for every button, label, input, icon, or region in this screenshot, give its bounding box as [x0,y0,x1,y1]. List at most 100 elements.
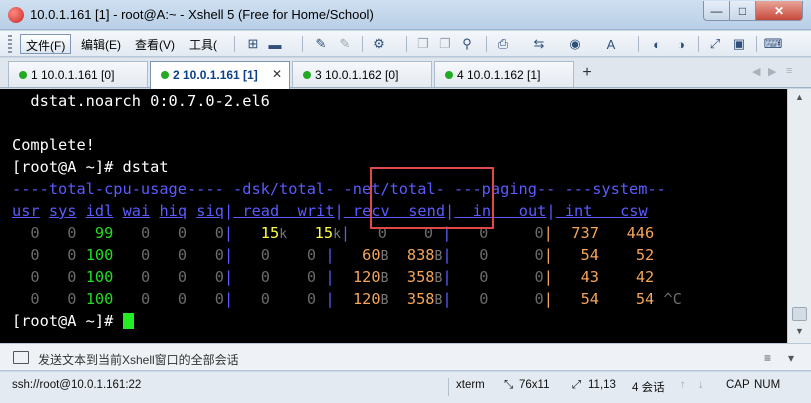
transfer-icon[interactable]: ⇆ [530,35,548,53]
session-tab-bar: 1 10.0.1.161 [0] 2 10.0.1.161 [1] ✕ 3 10… [0,58,811,89]
menu-file[interactable]: 文件(F) [20,34,72,54]
globe-icon[interactable]: ◉ [566,35,584,53]
reconnect-icon[interactable]: ✎ [312,35,330,53]
cell-recv: 60 [362,246,381,264]
cell-wai: 0 [140,224,151,242]
find-icon[interactable]: ⚲ [458,35,476,53]
cell-read: 0 [260,268,271,286]
menu-edit[interactable]: 编辑(E) [76,34,126,54]
xshell-app-icon[interactable] [8,7,24,23]
compose-menu-icon[interactable]: ▾ [788,351,794,365]
copy-icon[interactable]: ❐ [414,35,432,53]
column-separator: | [442,246,452,264]
open-folder-icon[interactable]: ▬ [266,35,284,53]
column-separator: | [543,224,553,242]
menu-view[interactable]: 查看(V) [130,34,180,54]
paste-icon[interactable]: ❐ [436,35,454,53]
connected-status-icon [303,71,311,79]
tab-session-3[interactable]: 3 10.0.1.162 [0] [292,61,432,87]
scrollbar-thumb[interactable] [792,307,807,321]
terminal-line: Complete! [12,136,95,154]
scroll-up-arrow-icon[interactable]: ↑ [680,379,686,391]
scroll-down-icon[interactable]: ▼ [792,326,807,340]
cell-hiq: 0 [177,290,188,308]
column-separator: | [223,268,234,286]
compose-input[interactable]: 发送文本到当前Xshell窗口的全部会话 [38,351,239,368]
compose-options-icon[interactable]: ≡ [764,351,771,365]
column-separator: | [543,290,553,308]
connected-status-icon [19,71,27,79]
print-icon[interactable]: ⎙ [494,35,512,53]
lock-icon[interactable]: ▣ [730,35,748,53]
keyboard-icon[interactable]: ⌨ [764,35,783,53]
cell-usr: 0 [30,246,40,264]
cell-csw: 446 [626,224,655,242]
col-sys: sys [48,202,77,220]
disconnect-icon[interactable]: ✎ [336,35,354,53]
fullscreen-icon[interactable]: ⤢ [706,35,724,53]
col-usr: usr [12,202,40,220]
shell-prompt: [root@A ~]# [12,312,123,330]
menu-tools[interactable]: 工具( [184,34,222,54]
num-lock-indicator: NUM [754,379,781,391]
dstat-data-row: 0 0 99 0 0 0| 15k 15k| 0 0 | 0 0| 737 44… [12,222,654,244]
terminal-type: xterm [456,379,485,391]
cell-writ: 15 [314,224,334,242]
tab-session-2[interactable]: 2 10.0.1.161 [1] ✕ [150,61,290,89]
font-icon[interactable]: A [602,35,620,53]
cell-int: 737 [571,224,599,242]
cell-hiq: 0 [177,246,188,264]
cell-send: 358 [406,268,435,286]
terminal-size: 76x11 [519,379,550,391]
maximize-button[interactable]: □ [729,1,756,21]
xftp-icon[interactable]: ◐ [648,35,666,53]
xmanager-icon[interactable]: ◑ [672,35,690,53]
cell-out: 0 [534,246,544,264]
cell-out: 0 [534,224,544,242]
scroll-down-arrow-icon[interactable]: ↓ [698,379,704,391]
cell-int: 43 [580,268,599,286]
tab-session-4[interactable]: 4 10.0.1.162 [1] [434,61,574,87]
tab-scroll-left-icon[interactable]: ◀ [752,65,760,78]
compose-bar-icon[interactable] [13,351,29,364]
cell-writ: 0 [306,268,317,286]
cursor-position-icon: ⤢ [572,379,582,391]
cell-wai: 0 [141,246,151,264]
compose-bar: 发送文本到当前Xshell窗口的全部会话 ≡ ▾ [0,343,811,371]
tab-label: 1 10.0.1.161 [0] [31,68,115,82]
dstat-data-row: 0 0 100 0 0 0| 0 0 | 60B 838B| 0 0| 54 5… [12,244,654,266]
column-separator: | [325,290,335,308]
cell-read: 0 [260,246,271,264]
cell-int: 54 [580,246,599,264]
connected-status-icon [161,71,169,79]
scroll-up-icon[interactable]: ▲ [792,92,807,106]
session-count: 4 会话 [632,382,665,394]
terminal-screen[interactable]: dstat.noarch 0:0.7.0-2.el6 Complete! [ro… [0,89,787,343]
connection-address: ssh://root@10.0.1.161:22 [12,379,142,391]
close-button[interactable]: ✕ [755,1,803,21]
cell-hiq: 0 [177,268,188,286]
col-csw: csw [620,202,648,220]
minimize-button[interactable]: — [703,1,730,21]
terminal-scrollbar[interactable]: ▲ ▼ [787,89,811,343]
cell-siq: 0 [214,224,224,242]
tab-scroll-right-icon[interactable]: ▶ [768,65,776,78]
cell-siq: 0 [214,246,224,264]
cell-hiq: 0 [177,224,188,242]
cell-idl: 100 [85,246,114,264]
status-bar: ssh://root@10.0.1.161:22 xterm ⤡ 76x11 ⤢… [0,372,811,403]
column-separator: | [223,246,234,264]
new-session-icon[interactable]: ⊞ [244,35,262,53]
tab-session-1[interactable]: 1 10.0.1.161 [0] [8,61,148,87]
toolbar-separator [302,36,303,52]
toolbar-grip[interactable] [8,35,12,53]
properties-icon[interactable]: ⚙ [370,35,388,53]
cell-recv: 120 [352,290,381,308]
tab-close-icon[interactable]: ✕ [272,67,282,81]
add-tab-button[interactable]: + [576,63,598,85]
tab-list-icon[interactable]: ≡ [786,65,792,77]
cell-usr: 0 [30,268,40,286]
dstat-column-header: usr sys idl wai hiq siq| read writ| recv… [12,202,648,220]
cell-sys: 0 [67,224,77,242]
cell-sys: 0 [67,290,77,308]
